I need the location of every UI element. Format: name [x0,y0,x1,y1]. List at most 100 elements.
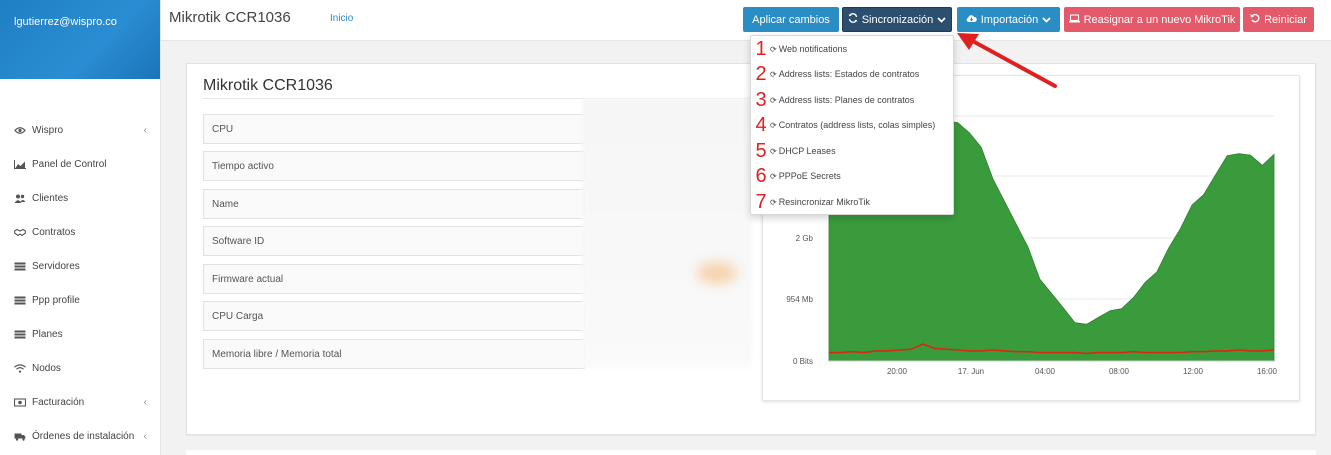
reassign-mikrotik-button[interactable]: Reasignar a un nuevo MikroTik [1064,7,1240,32]
sync-menu-item-address-lists-planes[interactable]: 3 ⟳ Address lists: Planes de contratos [751,88,955,112]
chevron-down-icon [937,15,946,25]
info-row-memory: Memoria libre / Memoria total [203,339,585,369]
reboot-label: Reiniciar [1264,13,1307,26]
info-label: Tiempo activo [212,160,274,172]
chevron-down-icon [1042,15,1051,25]
info-label: Memoria libre / Memoria total [212,348,342,360]
chevron-left-icon: ‹ [143,124,147,136]
apply-changes-button[interactable]: Aplicar cambios [743,7,839,32]
refresh-icon [848,13,858,26]
sidebar-item-contratos[interactable]: Contratos [0,215,161,249]
sync-menu-item-address-lists-estados[interactable]: 2 ⟳ Address lists: Estados de contratos [751,62,955,86]
y-tick-label: 0 Bits [793,357,813,366]
sync-menu-item-resync-mikrotik[interactable]: 7 ⟳ Resincronizar MikroTik [751,190,955,214]
users-icon [14,194,26,203]
reassign-label: Reasignar a un nuevo MikroTik [1083,13,1236,26]
sidebar-item-panel-de-control[interactable]: Panel de Control [0,147,161,181]
info-label: CPU [212,123,234,135]
annotation-number: 6 [755,165,767,187]
sync-menu-item-pppoe-secrets[interactable]: 6 ⟳ PPPoE Secrets [751,164,955,188]
chart-icon [14,159,26,169]
sync-menu-item-label: Address lists: Estados de contratos [778,69,920,79]
sidebar-item-label: Nodos [32,362,61,374]
undo-icon [1250,13,1260,26]
server-icon [14,330,26,339]
eye-icon [14,126,26,135]
sidebar-item-planes[interactable]: Planes [0,317,161,351]
info-row-firmware: Firmware actual [203,264,585,294]
x-tick-label: 08:00 [1109,367,1130,376]
sidebar-item-ordenes-de-instalacion[interactable]: Órdenes de instalación ‹ [0,419,161,453]
sidebar-item-label: Planes [32,328,63,340]
user-email[interactable]: lgutierrez@wispro.co [14,16,117,28]
annotation-number: 5 [755,140,767,162]
sidebar-item-servidores[interactable]: Servidores [0,249,161,283]
sync-menu-item-contratos[interactable]: 4 ⟳ Contratos (address lists, colas simp… [751,113,955,137]
sync-menu-item-web-notifications[interactable]: 1 ⟳ Web notifications [751,37,955,61]
sidebar-item-label: Servidores [32,260,80,272]
x-tick-label: 04:00 [1035,367,1056,376]
info-label: Firmware actual [212,273,284,285]
page-title: Mikrotik CCR1036 [169,9,291,26]
y-tick-label: 2 Gb [796,234,814,243]
refresh-icon: ⟳ [770,44,777,54]
sidebar-nav: Wispro ‹ Panel de Control Clientes Contr… [0,113,161,453]
chevron-left-icon: ‹ [143,396,147,408]
info-row-uptime: Tiempo activo [203,151,585,181]
sidebar: lgutierrez@wispro.co Wispro ‹ Panel de C… [0,0,161,455]
sync-menu-item-label: Resincronizar MikroTik [778,197,870,207]
x-tick-label: 20:00 [887,367,908,376]
money-icon [14,397,26,407]
wifi-icon [14,363,26,373]
sync-dropdown-button[interactable]: Sincronización [842,7,952,32]
device-title: Mikrotik CCR1036 [203,77,333,94]
sync-menu-item-label: PPPoE Secrets [778,171,841,181]
annotation-number: 7 [755,191,767,213]
server-icon [14,262,26,271]
x-tick-label: 17. Jun [958,367,984,376]
refresh-icon: ⟳ [770,120,777,130]
sync-menu-item-dhcp-leases[interactable]: 5 ⟳ DHCP Leases [751,139,955,163]
sidebar-item-label: Órdenes de instalación [32,430,135,442]
annotation-number: 4 [755,114,767,136]
reboot-button[interactable]: Reiniciar [1243,7,1314,32]
x-tick-label: 12:00 [1183,367,1204,376]
next-card-edge [186,450,1316,455]
sync-menu-item-label: DHCP Leases [778,146,836,156]
handshake-icon [14,228,26,237]
laptop-icon [1068,13,1080,26]
redacted-values [582,98,752,368]
annotation-arrow-icon [957,33,1057,88]
annotation-number: 2 [755,63,767,85]
refresh-icon: ⟳ [770,197,777,207]
sidebar-item-facturacion[interactable]: Facturación ‹ [0,385,161,419]
refresh-icon: ⟳ [770,171,777,181]
sidebar-item-ppp-profile[interactable]: Ppp profile [0,283,161,317]
info-row-name: Name [203,189,585,219]
sidebar-item-label: Clientes [32,192,69,204]
import-dropdown-button[interactable]: Importación [957,7,1060,32]
sync-label: Sincronización [861,13,934,26]
annotation-number: 3 [755,89,767,111]
refresh-icon: ⟳ [770,69,777,79]
info-label: CPU Carga [212,310,264,322]
info-label: Software ID [212,235,265,247]
info-label: Name [212,198,239,210]
sidebar-item-wispro[interactable]: Wispro ‹ [0,113,161,147]
server-icon [14,296,26,305]
apply-changes-label: Aplicar cambios [752,13,830,26]
sync-menu-item-label: Contratos (address lists, colas simples) [778,120,936,130]
chevron-left-icon: ‹ [143,430,147,442]
info-row-cpu-load: CPU Carga [203,301,585,331]
sidebar-item-clientes[interactable]: Clientes [0,181,161,215]
redacted-blob [697,262,737,284]
sync-menu-item-label: Address lists: Planes de contratos [778,95,915,105]
info-row-software-id: Software ID [203,226,585,256]
sidebar-item-nodos[interactable]: Nodos [0,351,161,385]
import-label: Importación [980,13,1039,26]
info-row-cpu: CPU [203,114,585,144]
sidebar-item-label: Panel de Control [32,158,107,170]
sidebar-item-label: Wispro [32,124,64,136]
breadcrumb-inicio[interactable]: Inicio [330,13,353,24]
sync-menu-item-label: Web notifications [778,44,848,54]
